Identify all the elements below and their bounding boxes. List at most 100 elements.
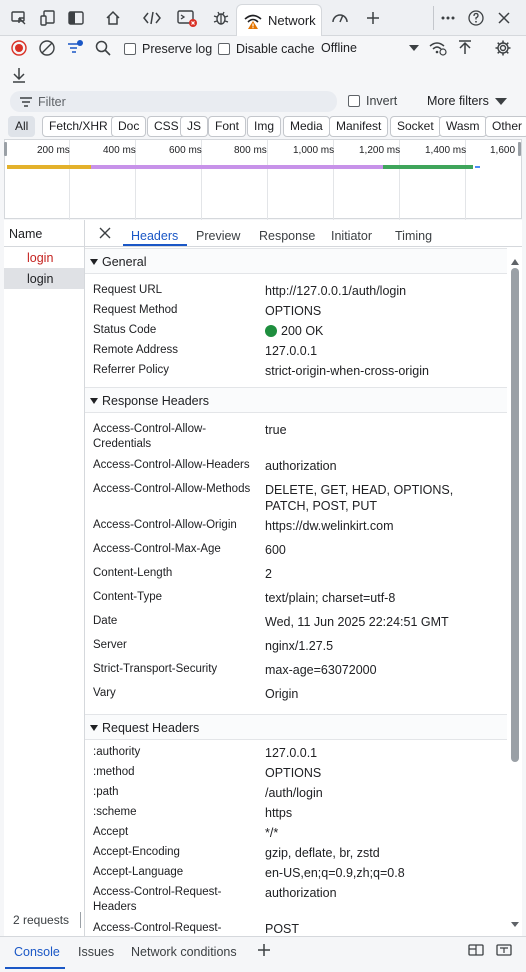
header-name: Accept-Encoding — [93, 846, 180, 858]
more-filters-label: More filters — [427, 94, 489, 108]
performance-icon[interactable] — [329, 7, 351, 29]
clear-icon[interactable] — [37, 38, 57, 58]
sources-icon[interactable] — [210, 7, 232, 29]
expand-triangle-icon — [90, 725, 98, 731]
search-icon[interactable] — [93, 38, 113, 58]
chevron-down-icon[interactable] — [404, 38, 424, 58]
checkbox-box — [124, 43, 136, 55]
expand-triangle-icon — [90, 398, 98, 404]
header-value: */* — [265, 826, 279, 840]
close-details-icon[interactable] — [98, 226, 112, 240]
type-filter-img[interactable]: Img — [247, 116, 282, 137]
type-filter-media[interactable]: Media — [283, 116, 330, 137]
header-name: Status Code — [93, 324, 157, 336]
type-filter-other[interactable]: Other — [485, 116, 526, 137]
header-value: http://127.0.0.1/auth/login — [265, 284, 407, 298]
tab-timing[interactable]: Timing — [395, 229, 432, 243]
header-name: Strict-Transport-Security — [93, 663, 218, 675]
active-tab-indicator — [5, 967, 65, 969]
tick-label: 1,200 ms — [359, 145, 401, 156]
type-filter-manifest[interactable]: Manifest — [329, 116, 389, 137]
header-name: :authority — [93, 746, 141, 758]
panel-layout-icon[interactable] — [65, 7, 87, 29]
request-headers-section-header[interactable]: Request Headers — [85, 714, 507, 740]
tab-preview[interactable]: Preview — [196, 229, 240, 243]
request-count: 2 requests — [13, 913, 70, 927]
dock-drawer-icon[interactable] — [466, 941, 486, 959]
close-icon[interactable] — [493, 7, 515, 29]
header-name: Accept-Language — [93, 866, 184, 878]
scroll-up-icon[interactable] — [511, 259, 519, 265]
invert-checkbox[interactable]: Invert — [348, 94, 397, 108]
preserve-log-checkbox[interactable]: Preserve log — [124, 42, 212, 56]
type-filter-font[interactable]: Font — [208, 116, 247, 137]
drawer-tab-issues[interactable]: Issues — [78, 945, 114, 959]
header-value: authorization — [265, 886, 337, 900]
header-name: Access-Control-Allow-Headers — [93, 459, 250, 471]
type-filter-fetch-xhr[interactable]: Fetch/XHR — [42, 116, 115, 137]
add-icon[interactable] — [362, 7, 384, 29]
header-value: Origin — [265, 687, 299, 701]
device-toggle-icon[interactable] — [37, 7, 59, 29]
close-drawer-icon[interactable] — [494, 941, 514, 959]
record-icon[interactable] — [9, 38, 29, 58]
welcome-icon[interactable] — [102, 7, 124, 29]
inspect-icon[interactable] — [8, 7, 30, 29]
header-name: Request Method — [93, 304, 178, 316]
type-filter-doc[interactable]: Doc — [111, 116, 147, 137]
status-code-text: 200 OK — [281, 324, 324, 338]
header-name: Server — [93, 639, 127, 651]
header-value: max-age=63072000 — [265, 663, 377, 677]
overview-left-handle[interactable] — [4, 142, 7, 156]
filter-icon — [20, 96, 32, 107]
section-title: Response Headers — [102, 394, 210, 408]
general-section-header[interactable]: General — [85, 248, 507, 274]
network-conditions-icon[interactable] — [428, 38, 448, 58]
scrollbar-thumb[interactable] — [511, 268, 519, 762]
tab-network[interactable]: Network — [236, 4, 322, 36]
filter-input[interactable]: Filter — [10, 91, 337, 112]
drawer-tab-network-conditions[interactable]: Network conditions — [131, 945, 237, 959]
header-value: /auth/login — [265, 786, 323, 800]
details-tabs: Headers Preview Response Initiator Timin… — [85, 220, 522, 247]
header-value: 200 OK — [265, 323, 500, 339]
header-name: Access-Control-Allow-Origin — [93, 519, 237, 531]
import-har-icon[interactable] — [455, 38, 475, 58]
response-headers-section-header[interactable]: Response Headers — [85, 387, 507, 413]
name-column-header[interactable]: Name — [4, 220, 84, 247]
type-filter-socket[interactable]: Socket — [390, 116, 441, 137]
filter-toggle-icon[interactable] — [65, 38, 85, 58]
export-har-icon[interactable] — [9, 65, 29, 85]
expand-triangle-icon — [90, 259, 98, 265]
disable-cache-checkbox[interactable]: Disable cache — [218, 42, 315, 56]
header-name: Access-Control-Allow-Methods — [93, 483, 251, 495]
drawer-tab-console[interactable]: Console — [14, 945, 60, 959]
header-name: Date — [93, 615, 118, 627]
help-icon[interactable] — [465, 7, 487, 29]
header-name: Access-Control-Max-Age — [93, 543, 221, 555]
tick-label: 1,000 ms — [293, 145, 335, 156]
request-row[interactable]: login — [4, 247, 84, 268]
request-row[interactable]: login — [4, 268, 84, 289]
throttling-select[interactable]: Offline — [321, 41, 357, 55]
add-drawer-tab-icon[interactable] — [255, 941, 273, 959]
tab-response[interactable]: Response — [259, 229, 315, 243]
tab-initiator[interactable]: Initiator — [331, 229, 372, 243]
type-filter-all[interactable]: All — [8, 116, 36, 137]
header-value: 127.0.0.1 — [265, 746, 318, 760]
more-filters-dropdown[interactable]: More filters — [427, 94, 507, 108]
tab-headers[interactable]: Headers — [131, 229, 178, 243]
console-icon[interactable] — [176, 7, 198, 29]
elements-icon[interactable] — [141, 7, 163, 29]
header-value: text/plain; charset=utf-8 — [265, 591, 396, 605]
drawer-tab-bar: Console Issues Network conditions — [0, 936, 526, 972]
header-name: Referrer Policy — [93, 364, 170, 376]
header-value: 2 — [265, 567, 272, 581]
type-filter-js[interactable]: JS — [180, 116, 209, 137]
overview-right-handle[interactable] — [518, 142, 521, 156]
gear-icon[interactable] — [493, 38, 513, 58]
more-icon[interactable] — [437, 7, 459, 29]
network-overview[interactable]: 200 ms 400 ms 600 ms 800 ms 1,000 ms 1,2… — [4, 139, 522, 220]
request-details: Headers Preview Response Initiator Timin… — [85, 220, 522, 936]
type-filter-wasm[interactable]: Wasm — [439, 116, 487, 137]
